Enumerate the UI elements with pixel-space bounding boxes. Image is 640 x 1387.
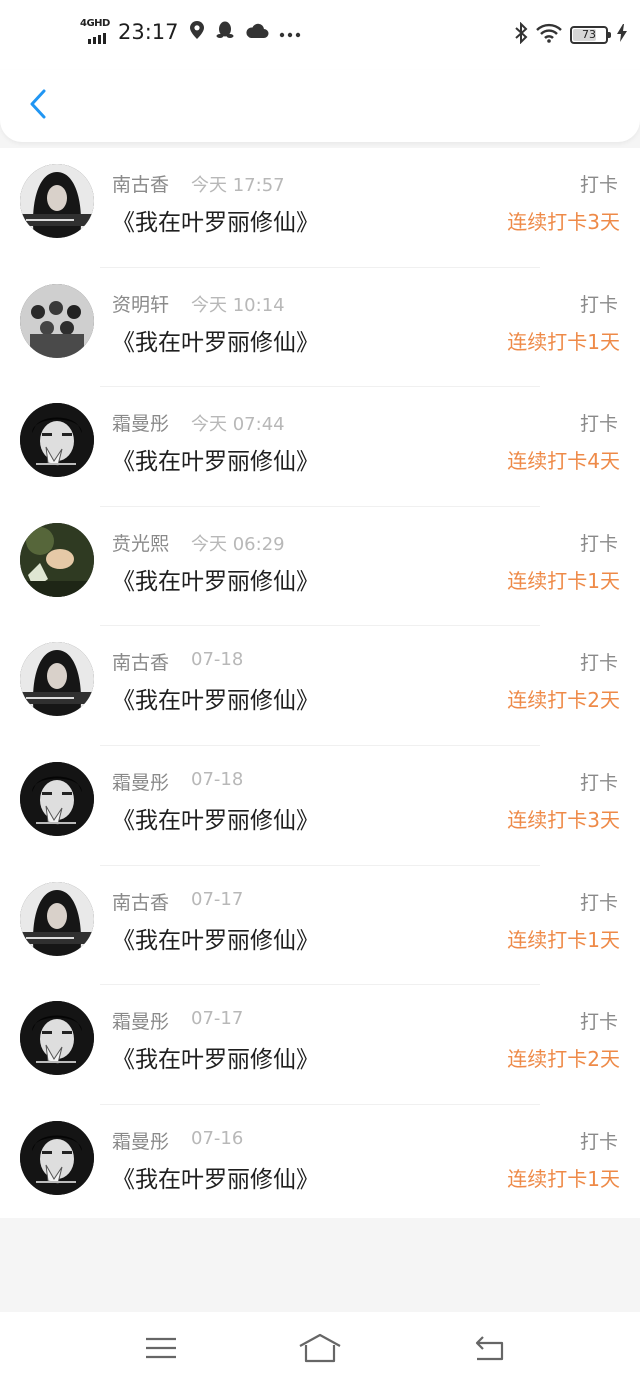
checkin-time: 07-18 bbox=[191, 768, 244, 790]
avatar[interactable] bbox=[20, 881, 94, 956]
action-label: 打卡 bbox=[579, 413, 618, 436]
network-icon: 4GHD bbox=[80, 18, 114, 46]
action-label: 打卡 bbox=[579, 1130, 618, 1153]
action-label: 打卡 bbox=[579, 532, 618, 555]
avatar[interactable] bbox=[20, 1001, 94, 1076]
qq-icon bbox=[215, 20, 235, 44]
home-icon bbox=[298, 1333, 342, 1367]
user-name[interactable]: 霜曼彤 bbox=[112, 1127, 169, 1154]
battery-icon: 73 bbox=[570, 26, 611, 44]
checkin-row[interactable]: 南古香 今天 17:57 《我在叶罗丽修仙》 打卡连续打卡3天 bbox=[0, 148, 640, 268]
chevron-left-icon bbox=[28, 88, 48, 124]
checkin-time: 今天 17:57 bbox=[191, 175, 285, 196]
checkin-row[interactable]: 霜曼彤 07-16 《我在叶罗丽修仙》 打卡连续打卡1天 bbox=[0, 1105, 640, 1225]
streak-label: 连续打卡3天 bbox=[507, 807, 620, 832]
avatar[interactable] bbox=[20, 522, 94, 597]
status-left: 4GHD 23:17 bbox=[80, 18, 301, 46]
charging-icon bbox=[616, 23, 628, 47]
action-label: 打卡 bbox=[579, 891, 618, 914]
user-name[interactable]: 南古香 bbox=[112, 648, 169, 675]
avatar[interactable] bbox=[20, 164, 94, 238]
avatar[interactable] bbox=[20, 403, 94, 478]
back-button[interactable] bbox=[18, 84, 58, 128]
streak-label: 连续打卡4天 bbox=[507, 449, 620, 474]
cloud-icon bbox=[245, 21, 269, 43]
action-label: 打卡 bbox=[579, 293, 618, 316]
book-title[interactable]: 《我在叶罗丽修仙》 bbox=[112, 681, 319, 715]
book-title[interactable]: 《我在叶罗丽修仙》 bbox=[112, 203, 319, 237]
status-bar: 4GHD 23:17 73 bbox=[0, 0, 640, 70]
user-name[interactable]: 南古香 bbox=[112, 170, 169, 197]
back-arrow-icon bbox=[473, 1335, 505, 1365]
user-name[interactable]: 霜曼彤 bbox=[112, 768, 169, 795]
streak-label: 连续打卡1天 bbox=[507, 568, 620, 593]
book-title[interactable]: 《我在叶罗丽修仙》 bbox=[112, 323, 319, 357]
checkin-time: 07-17 bbox=[191, 1008, 244, 1030]
avatar[interactable] bbox=[20, 761, 94, 836]
network-label: 4GHD bbox=[80, 18, 110, 29]
checkin-time: 今天 10:14 bbox=[191, 294, 285, 316]
avatar[interactable] bbox=[20, 283, 94, 358]
more-dots-icon bbox=[279, 23, 301, 42]
user-name[interactable]: 霜曼彤 bbox=[112, 409, 169, 436]
streak-label: 连续打卡2天 bbox=[507, 688, 620, 713]
wifi-icon bbox=[536, 23, 562, 47]
checkin-time: 07-17 bbox=[191, 888, 244, 910]
book-title[interactable]: 《我在叶罗丽修仙》 bbox=[112, 1160, 319, 1194]
checkin-list: 南古香 今天 17:57 《我在叶罗丽修仙》 打卡 连续打卡3天 资明轩 今天 10:14 《… bbox=[0, 148, 640, 1218]
checkin-row[interactable]: 南古香 07-18 《我在叶罗丽修仙》 打卡连续打卡2天 bbox=[0, 626, 640, 746]
streak-label: 连续打卡1天 bbox=[507, 1166, 620, 1191]
checkin-row[interactable]: 霜曼彤 07-17 《我在叶罗丽修仙》 打卡连续打卡2天 bbox=[0, 985, 640, 1105]
user-name[interactable]: 南古香 bbox=[112, 888, 169, 915]
book-title[interactable]: 《我在叶罗丽修仙》 bbox=[112, 921, 319, 955]
checkin-time: 07-16 bbox=[191, 1127, 244, 1149]
streak-label: 连续打卡3天 bbox=[507, 210, 620, 234]
action-label: 打卡 bbox=[579, 771, 618, 794]
checkin-row[interactable]: 贲光熙 今天 06:29 《我在叶罗丽修仙》 打卡连续打卡1天 bbox=[0, 507, 640, 627]
book-title[interactable]: 《我在叶罗丽修仙》 bbox=[112, 1040, 319, 1074]
streak-label: 连续打卡1天 bbox=[507, 329, 620, 354]
system-nav-bar bbox=[0, 1312, 640, 1387]
avatar[interactable] bbox=[20, 642, 94, 717]
user-name[interactable]: 资明轩 bbox=[112, 290, 169, 317]
avatar[interactable] bbox=[20, 1120, 94, 1195]
status-right: 73 bbox=[514, 21, 628, 48]
checkin-time: 07-18 bbox=[191, 649, 244, 671]
back-nav-button[interactable] bbox=[464, 1330, 514, 1370]
streak-label: 连续打卡2天 bbox=[507, 1047, 620, 1072]
home-button[interactable] bbox=[295, 1330, 345, 1370]
checkin-time: 今天 06:29 bbox=[191, 533, 285, 555]
book-title[interactable]: 《我在叶罗丽修仙》 bbox=[112, 442, 319, 476]
battery-level: 73 bbox=[582, 28, 596, 41]
action-label: 打卡 bbox=[579, 652, 618, 675]
status-time: 23:17 bbox=[118, 20, 179, 44]
location-icon bbox=[189, 20, 205, 44]
book-title[interactable]: 《我在叶罗丽修仙》 bbox=[112, 562, 319, 596]
checkin-time: 今天 07:44 bbox=[191, 414, 285, 436]
action-label: 打卡 bbox=[579, 174, 618, 196]
book-title[interactable]: 《我在叶罗丽修仙》 bbox=[112, 801, 319, 835]
top-nav-bar bbox=[0, 70, 640, 142]
checkin-row[interactable]: 霜曼彤 今天 07:44 《我在叶罗丽修仙》 打卡连续打卡4天 bbox=[0, 387, 640, 507]
checkin-row[interactable]: 霜曼彤 07-18 《我在叶罗丽修仙》 打卡连续打卡3天 bbox=[0, 746, 640, 866]
user-name[interactable]: 贲光熙 bbox=[112, 529, 169, 556]
streak-label: 连续打卡1天 bbox=[507, 927, 620, 952]
menu-icon bbox=[145, 1336, 177, 1364]
checkin-row[interactable]: 南古香 07-17 《我在叶罗丽修仙》 打卡连续打卡1天 bbox=[0, 866, 640, 986]
user-name[interactable]: 霜曼彤 bbox=[112, 1007, 169, 1034]
bluetooth-icon bbox=[514, 21, 528, 48]
action-label: 打卡 bbox=[579, 1011, 618, 1034]
checkin-row[interactable]: 资明轩 今天 10:14 《我在叶罗丽修仙》 打卡连续打卡1天 bbox=[0, 268, 640, 388]
menu-button[interactable] bbox=[136, 1330, 186, 1370]
